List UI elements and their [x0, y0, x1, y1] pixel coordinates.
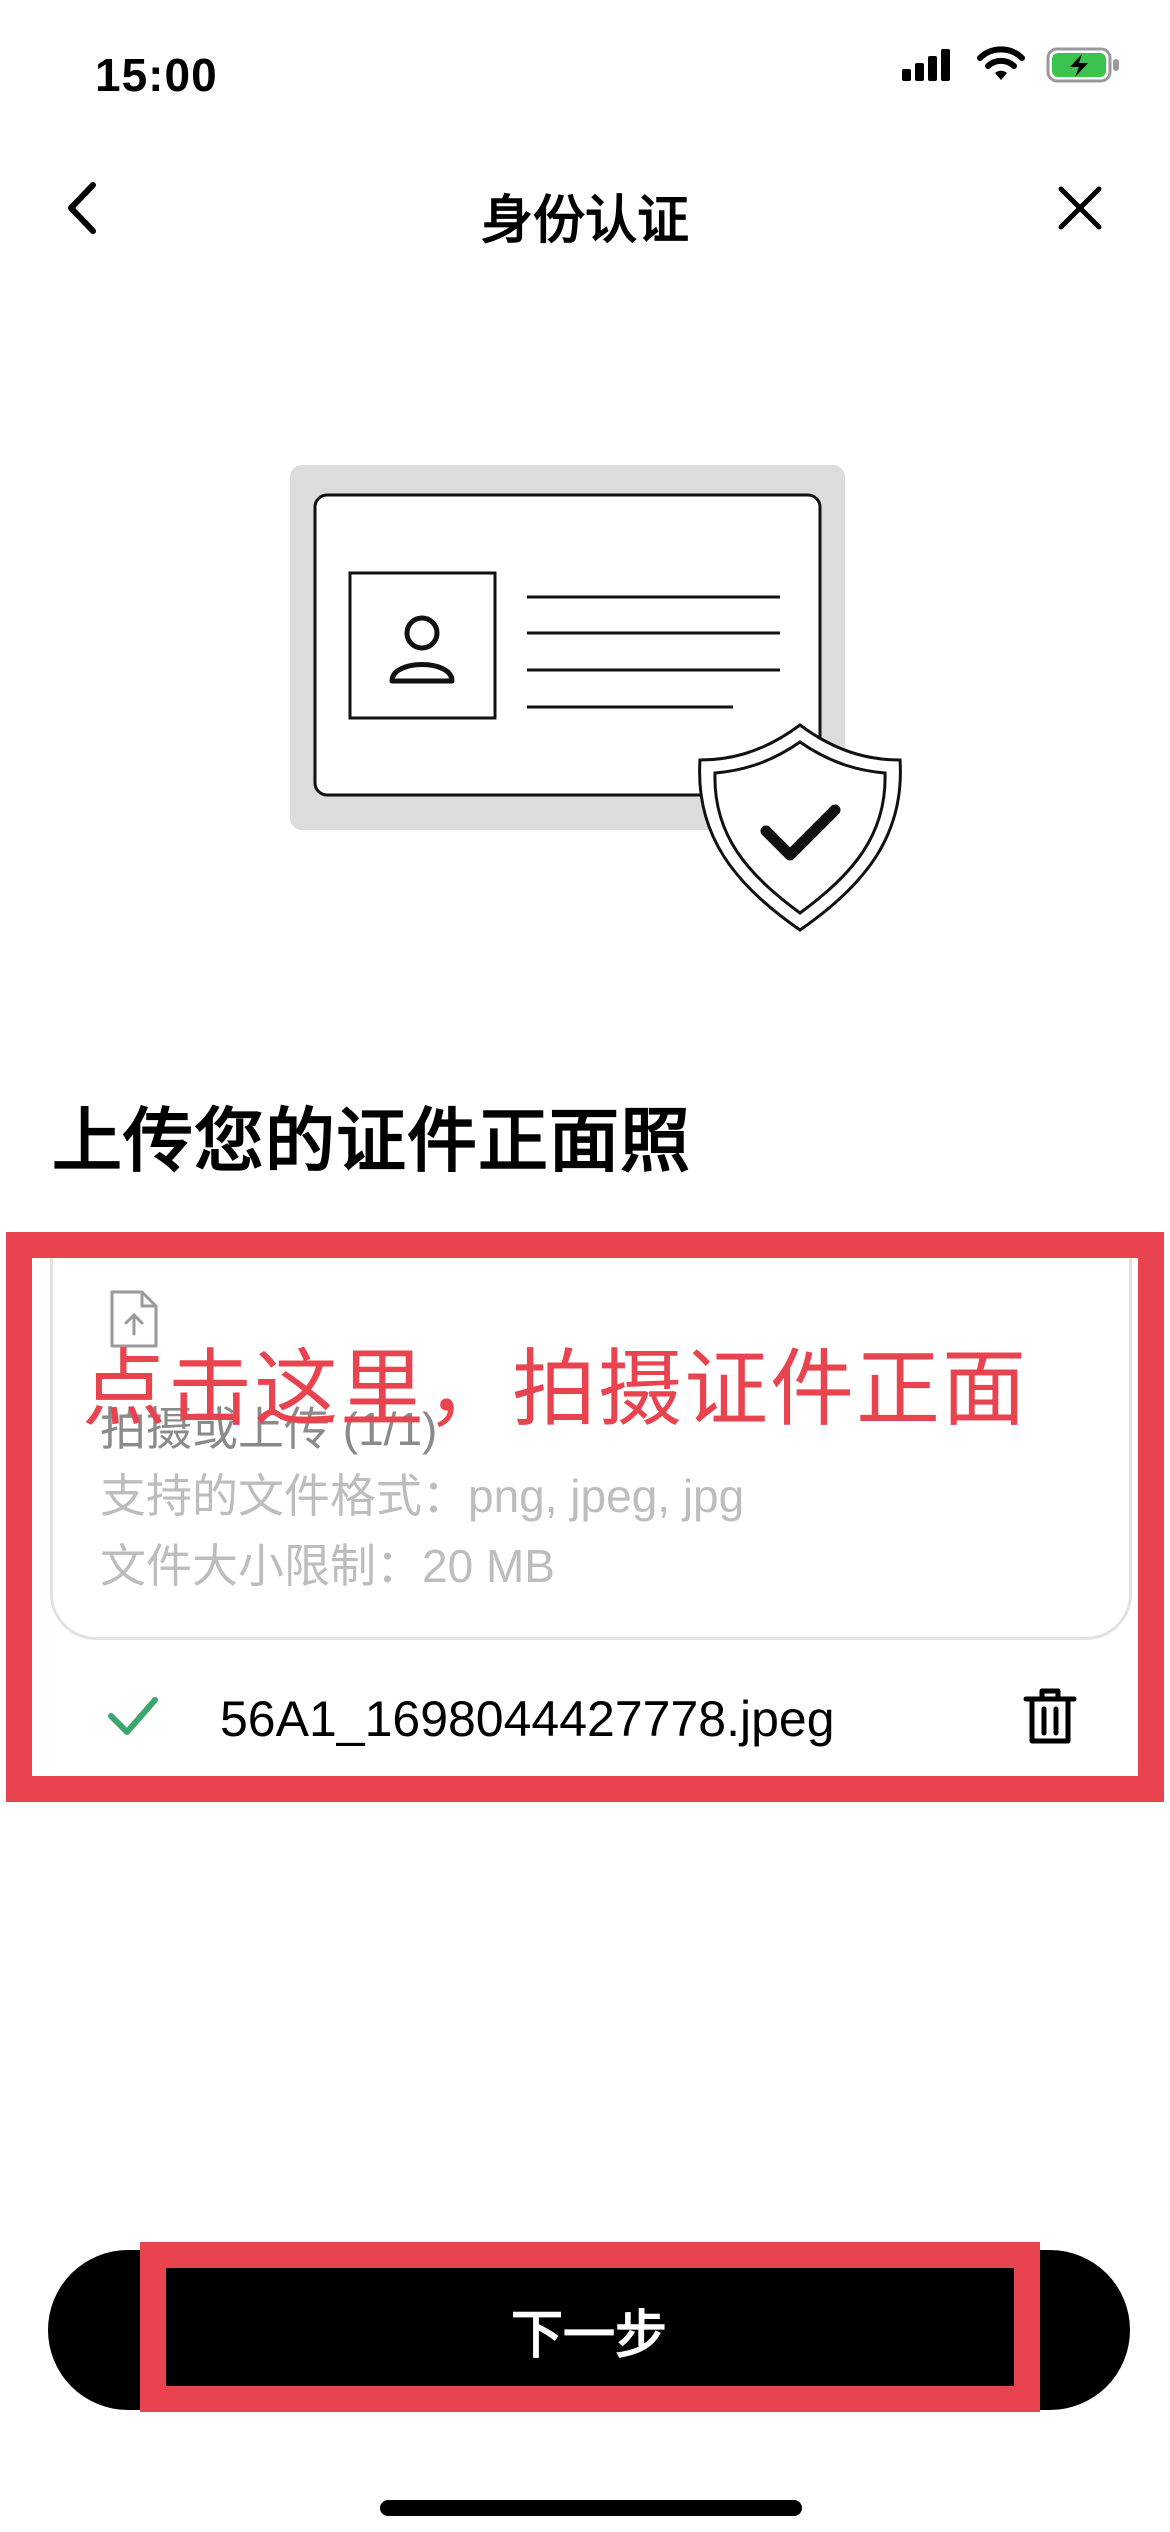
wifi-icon: [977, 46, 1025, 80]
close-button[interactable]: [1050, 178, 1110, 238]
annotation-highlight-upload: [6, 1232, 1164, 1802]
status-time: 15:00: [95, 49, 218, 101]
battery-charging-icon: [1046, 47, 1119, 83]
id-card-illustration: [290, 465, 902, 932]
close-icon: [1058, 186, 1102, 230]
annotation-highlight-button: [140, 2242, 1040, 2412]
page-title: 身份认证: [480, 192, 689, 250]
home-indicator: [380, 2500, 802, 2516]
signal-icon: [902, 49, 950, 81]
annotation-text: 点击这里，拍摄证件正面: [82, 1342, 1029, 1436]
status-icons: [902, 46, 1122, 84]
section-title: 上传您的证件正面照: [52, 1102, 691, 1180]
